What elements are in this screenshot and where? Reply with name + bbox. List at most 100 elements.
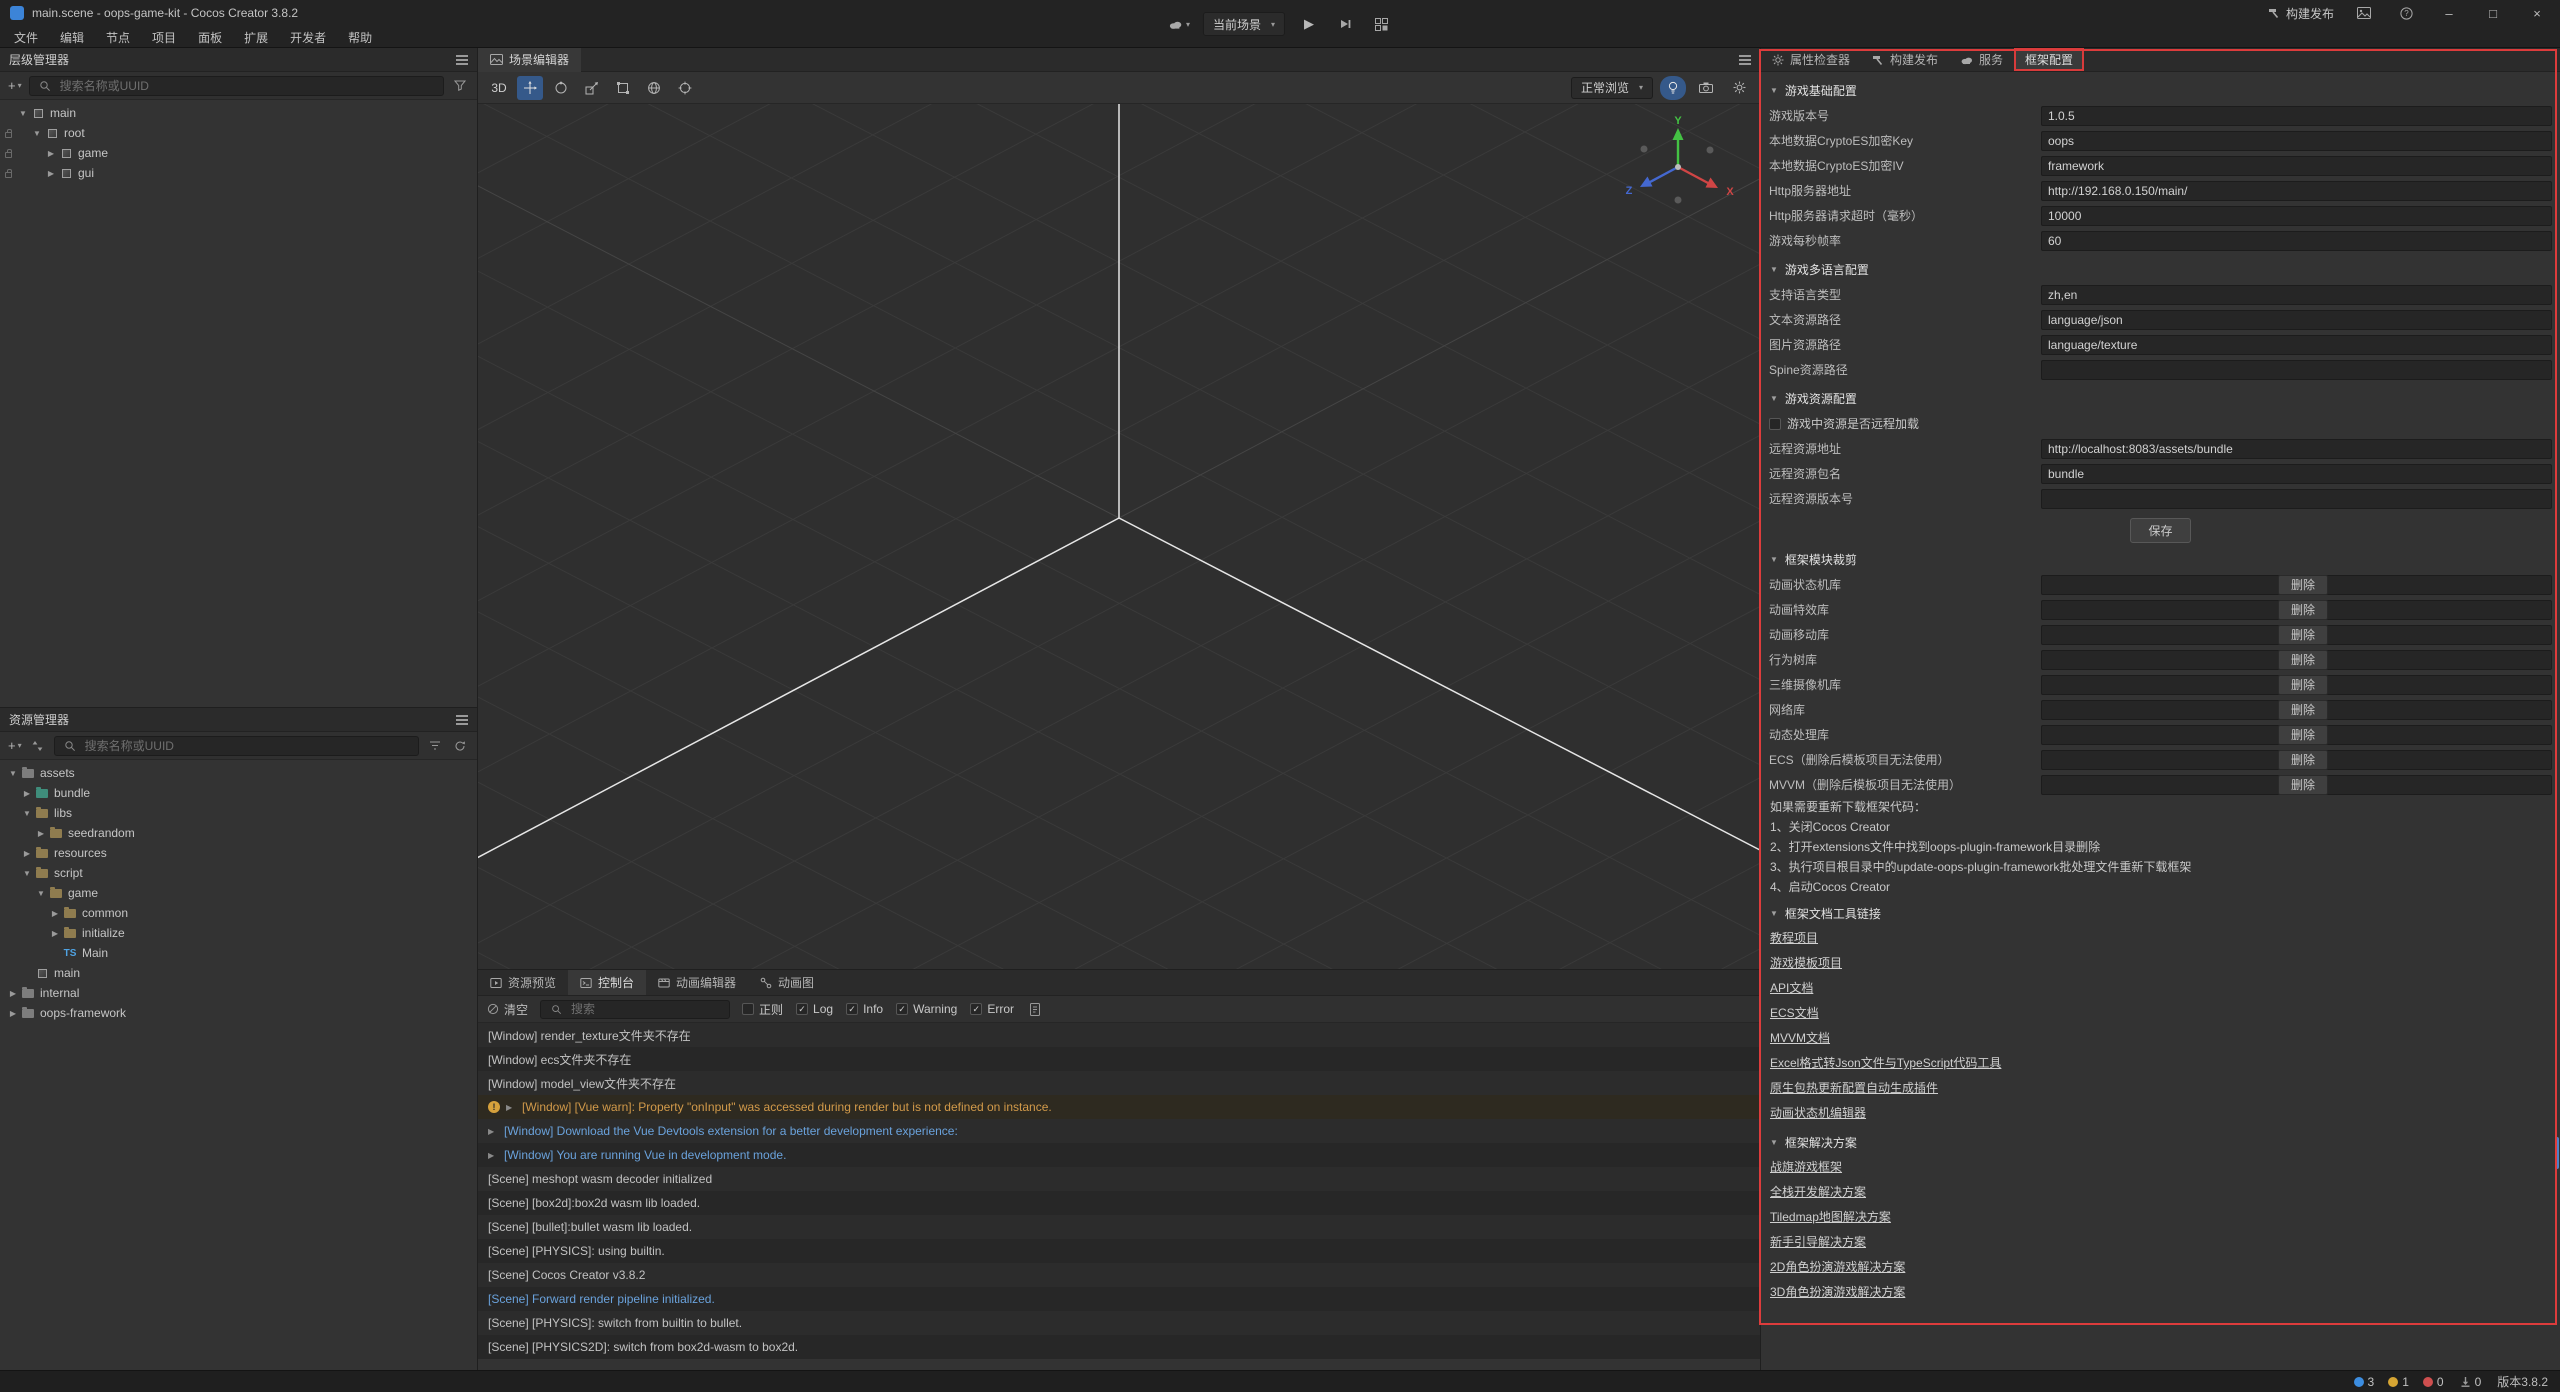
menu-item-5[interactable]: 扩展 xyxy=(234,27,278,48)
section-header[interactable]: ▼游戏资源配置 xyxy=(1761,385,2560,411)
delete-button[interactable]: 删除 xyxy=(2278,650,2328,670)
filter-checkbox-Info[interactable]: ✓Info xyxy=(846,1002,883,1016)
delete-button[interactable]: 删除 xyxy=(2278,700,2328,720)
tree-node-resources[interactable]: ▶resources xyxy=(0,843,477,863)
console-search-input[interactable] xyxy=(571,1002,723,1016)
clear-console-button[interactable]: 清空 xyxy=(487,1001,528,1018)
create-asset-button[interactable]: +▾ xyxy=(8,738,22,753)
warning-count[interactable]: 1 xyxy=(2388,1375,2409,1389)
camera-icon[interactable] xyxy=(1693,76,1719,100)
menu-item-2[interactable]: 节点 xyxy=(96,27,140,48)
checkbox-icon[interactable] xyxy=(1769,418,1781,430)
section-header[interactable]: ▼框架文档工具链接 xyxy=(1761,900,2560,926)
maximize-button[interactable]: □ xyxy=(2480,6,2506,21)
log-row[interactable]: [Scene] [bullet]:bullet wasm lib loaded. xyxy=(478,1215,1760,1239)
log-row[interactable]: [Window] ecs文件夹不存在 xyxy=(478,1047,1760,1071)
hierarchy-search-input[interactable] xyxy=(60,79,437,93)
save-button[interactable]: 保存 xyxy=(2130,518,2190,543)
expand-arrow[interactable]: ▼ xyxy=(16,109,30,118)
log-row[interactable]: ▶[Window] Download the Vue Devtools exte… xyxy=(478,1119,1760,1143)
rotate-tool-button[interactable] xyxy=(548,76,574,100)
filter-checkbox-Error[interactable]: ✓Error xyxy=(970,1002,1014,1016)
expand-arrow[interactable]: ▶ xyxy=(44,149,58,158)
delete-button[interactable]: 删除 xyxy=(2278,775,2328,795)
form-input[interactable] xyxy=(2041,106,2552,126)
tree-node-oops-framework[interactable]: ▶oops-framework xyxy=(0,1003,477,1023)
sort-icon[interactable] xyxy=(29,737,47,755)
world-space-button[interactable] xyxy=(641,76,667,100)
form-input[interactable] xyxy=(2041,231,2552,251)
form-input[interactable] xyxy=(2041,489,2552,509)
console-tab-2[interactable]: 动画编辑器 xyxy=(646,970,748,995)
filter-checkbox-正则[interactable]: 正则 xyxy=(742,1001,783,1018)
expand-arrow[interactable]: ▶ xyxy=(34,829,48,838)
expand-arrow[interactable]: ▼ xyxy=(6,769,20,778)
panel-menu-icon[interactable] xyxy=(456,55,468,65)
export-log-icon[interactable] xyxy=(1026,1000,1044,1018)
tree-node-seedrandom[interactable]: ▶seedrandom xyxy=(0,823,477,843)
tree-node-initialize[interactable]: ▶initialize xyxy=(0,923,477,943)
doc-link[interactable]: ECS文档 xyxy=(1770,1001,1819,1026)
console-log-list[interactable]: [Window] render_texture文件夹不存在[Window] ec… xyxy=(478,1023,1760,1370)
tree-node-gui[interactable]: ▶gui xyxy=(0,163,477,183)
tree-node-assets[interactable]: ▼assets xyxy=(0,763,477,783)
form-input[interactable] xyxy=(2041,464,2552,484)
mode-3d-button[interactable]: 3D xyxy=(486,76,512,100)
pivot-toggle-button[interactable] xyxy=(672,76,698,100)
menu-item-1[interactable]: 编辑 xyxy=(50,27,94,48)
expand-arrow[interactable]: ▶ xyxy=(6,1009,20,1018)
expand-arrow[interactable]: ▼ xyxy=(20,809,34,818)
section-header[interactable]: ▼游戏基础配置 xyxy=(1761,77,2560,103)
lock-icon[interactable] xyxy=(0,129,16,138)
preview-image-icon[interactable] xyxy=(2352,1,2376,25)
expand-arrow[interactable]: ▼ xyxy=(30,129,44,138)
form-input[interactable] xyxy=(2041,439,2552,459)
log-row[interactable]: [Window] render_texture文件夹不存在 xyxy=(478,1023,1760,1047)
lighting-toggle-icon[interactable] xyxy=(1660,76,1686,100)
console-tab-3[interactable]: 动画图 xyxy=(748,970,826,995)
download-count[interactable]: 0 xyxy=(2460,1375,2482,1389)
view-mode-select[interactable]: 正常浏览 ▾ xyxy=(1571,77,1653,99)
scale-tool-button[interactable] xyxy=(579,76,605,100)
expand-arrow[interactable]: ▶ xyxy=(6,989,20,998)
delete-button[interactable]: 删除 xyxy=(2278,675,2328,695)
tree-node-common[interactable]: ▶common xyxy=(0,903,477,923)
doc-link[interactable]: API文档 xyxy=(1770,976,1813,1001)
gear-icon[interactable] xyxy=(1726,76,1752,100)
tree-node-game[interactable]: ▼game xyxy=(0,883,477,903)
doc-link[interactable]: 全栈开发解决方案 xyxy=(1770,1180,1866,1205)
log-row[interactable]: !▶[Window] [Vue warn]: Property "onInput… xyxy=(478,1095,1760,1119)
form-input[interactable] xyxy=(2041,360,2552,380)
scene-viewport[interactable]: Y X Z xyxy=(478,104,1760,969)
tree-node-internal[interactable]: ▶internal xyxy=(0,983,477,1003)
menu-item-6[interactable]: 开发者 xyxy=(280,27,336,48)
tree-node-game[interactable]: ▶game xyxy=(0,143,477,163)
doc-link[interactable]: 战旗游戏框架 xyxy=(1770,1155,1842,1180)
form-input[interactable] xyxy=(2041,206,2552,226)
lock-icon[interactable] xyxy=(0,149,16,158)
info-count[interactable]: 3 xyxy=(2354,1375,2375,1389)
move-tool-button[interactable] xyxy=(517,76,543,100)
doc-link[interactable]: 原生包热更新配置自动生成插件 xyxy=(1770,1076,1938,1101)
log-row[interactable]: [Scene] Cocos Creator v3.8.2 xyxy=(478,1263,1760,1287)
cloud-preview-icon[interactable]: ▾ xyxy=(1167,12,1191,36)
log-row[interactable]: [Scene] [PHYSICS]: using builtin. xyxy=(478,1239,1760,1263)
expand-arrow[interactable]: ▶ xyxy=(20,849,34,858)
expand-chevron-icon[interactable]: ▶ xyxy=(488,1127,498,1136)
tree-node-root[interactable]: ▼root xyxy=(0,123,477,143)
form-input[interactable] xyxy=(2041,156,2552,176)
form-input[interactable] xyxy=(2041,131,2552,151)
form-input[interactable] xyxy=(2041,285,2552,305)
tree-node-main[interactable]: ▼main xyxy=(0,103,477,123)
log-row[interactable]: [Window] model_view文件夹不存在 xyxy=(478,1071,1760,1095)
tree-node-Main[interactable]: TSMain xyxy=(0,943,477,963)
log-row[interactable]: [Scene] Forward render pipeline initiali… xyxy=(478,1287,1760,1311)
error-count[interactable]: 0 xyxy=(2423,1375,2444,1389)
doc-link[interactable]: 教程项目 xyxy=(1770,926,1818,951)
doc-link[interactable]: 动画状态机编辑器 xyxy=(1770,1101,1866,1126)
form-input[interactable] xyxy=(2041,181,2552,201)
log-row[interactable]: [Scene] [PHYSICS]: switch from builtin t… xyxy=(478,1311,1760,1335)
console-tab-0[interactable]: 资源预览 xyxy=(478,970,568,995)
expand-arrow[interactable]: ▶ xyxy=(48,909,62,918)
doc-link[interactable]: MVVM文档 xyxy=(1770,1026,1830,1051)
